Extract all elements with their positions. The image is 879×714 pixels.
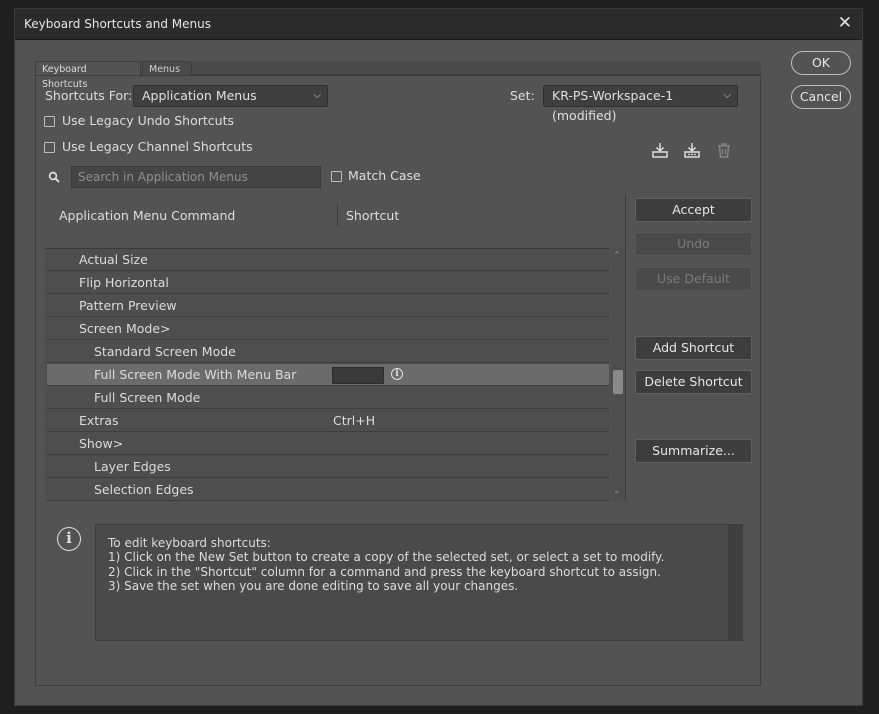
list-right-divider bbox=[625, 195, 626, 501]
match-case-checkbox[interactable] bbox=[331, 171, 342, 182]
ok-button[interactable]: OK bbox=[791, 51, 851, 75]
list-item[interactable]: Actual Size bbox=[47, 249, 609, 271]
list-item[interactable]: Selection Edges bbox=[47, 479, 609, 501]
summarize-button[interactable]: Summarize... bbox=[635, 439, 752, 463]
legacy-channel-checkbox[interactable] bbox=[44, 142, 55, 153]
trash-icon bbox=[718, 143, 730, 158]
save-set-as-icon[interactable] bbox=[683, 141, 703, 159]
list-item[interactable]: Screen Mode> bbox=[47, 318, 609, 340]
search-input[interactable]: Search in Application Menus bbox=[71, 166, 321, 188]
command-name: Full Screen Mode With Menu Bar bbox=[94, 367, 297, 382]
save-set-icon[interactable] bbox=[651, 141, 669, 159]
search-placeholder: Search in Application Menus bbox=[78, 170, 248, 184]
set-label: Set: bbox=[510, 88, 535, 103]
command-name: Flip Horizontal bbox=[79, 275, 169, 290]
command-name: Show> bbox=[79, 436, 124, 451]
keyboard-shortcuts-dialog: Keyboard Shortcuts and Menus ✕ Keyboard … bbox=[14, 8, 863, 706]
command-name: Actual Size bbox=[79, 252, 148, 267]
shortcut-input[interactable] bbox=[332, 367, 384, 384]
shortcuts-for-value: Application Menus bbox=[142, 88, 257, 103]
help-text-box: To edit keyboard shortcuts: 1) Click on … bbox=[95, 524, 743, 641]
legacy-channel-label: Use Legacy Channel Shortcuts bbox=[62, 139, 253, 154]
command-name: Standard Screen Mode bbox=[94, 344, 236, 359]
scroll-down-icon[interactable]: ⌄ bbox=[613, 486, 621, 496]
tab-menus[interactable]: Menus bbox=[142, 61, 192, 76]
list-item[interactable]: Extras Ctrl+H bbox=[47, 410, 609, 432]
scroll-up-icon[interactable]: ⌃ bbox=[613, 251, 621, 261]
cancel-button[interactable]: Cancel bbox=[791, 85, 851, 109]
help-line: 2) Click in the "Shortcut" column for a … bbox=[108, 564, 661, 579]
command-name: Layer Edges bbox=[94, 459, 171, 474]
title-bar: Keyboard Shortcuts and Menus ✕ bbox=[15, 9, 862, 40]
command-name: Screen Mode> bbox=[79, 321, 171, 336]
shortcuts-for-label: Shortcuts For: bbox=[45, 88, 133, 103]
list-item[interactable]: Pattern Preview bbox=[47, 295, 609, 317]
list-item[interactable]: Flip Horizontal bbox=[47, 272, 609, 294]
command-list: Actual Size Flip Horizontal Pattern Prev… bbox=[45, 248, 610, 502]
match-case-label: Match Case bbox=[348, 168, 421, 183]
delete-shortcut-button[interactable]: Delete Shortcut bbox=[635, 370, 752, 394]
list-item[interactable]: Full Screen Mode bbox=[47, 387, 609, 409]
shortcut-value: Ctrl+H bbox=[333, 413, 376, 428]
help-line: To edit keyboard shortcuts: bbox=[108, 536, 271, 550]
info-icon[interactable]: i bbox=[391, 368, 403, 380]
list-item-selected[interactable]: Full Screen Mode With Menu Bar i bbox=[47, 364, 609, 386]
command-name: Selection Edges bbox=[94, 482, 194, 497]
list-item[interactable]: Show> bbox=[47, 433, 609, 455]
command-name: Full Screen Mode bbox=[94, 390, 201, 405]
info-icon: i bbox=[57, 527, 81, 551]
search-icon bbox=[48, 171, 60, 183]
help-scrollbar[interactable] bbox=[728, 525, 742, 640]
shortcuts-for-select[interactable]: Application Menus ⌵ bbox=[133, 85, 328, 107]
help-line: 3) Save the set when you are done editin… bbox=[108, 578, 519, 593]
command-name: Pattern Preview bbox=[79, 298, 177, 313]
command-column-header[interactable]: Application Menu Command bbox=[59, 208, 235, 223]
help-line: 1) Click on the New Set button to create… bbox=[108, 550, 665, 565]
command-name: Extras bbox=[79, 413, 119, 428]
legacy-undo-checkbox[interactable] bbox=[44, 116, 55, 127]
set-select[interactable]: KR-PS-Workspace-1 (modified) ⌵ bbox=[543, 85, 738, 123]
list-item[interactable]: Layer Edges bbox=[47, 456, 609, 478]
shortcut-column-header[interactable]: Shortcut bbox=[346, 208, 399, 223]
window-title: Keyboard Shortcuts and Menus bbox=[24, 17, 211, 31]
list-scrollbar[interactable]: ⌃ ⌄ bbox=[611, 248, 625, 501]
accept-button[interactable]: Accept bbox=[635, 198, 752, 222]
list-item[interactable]: Standard Screen Mode bbox=[47, 341, 609, 363]
chevron-down-icon: ⌵ bbox=[723, 90, 731, 101]
add-shortcut-button[interactable]: Add Shortcut bbox=[635, 336, 752, 360]
use-default-button[interactable]: Use Default bbox=[635, 267, 752, 291]
legacy-undo-label: Use Legacy Undo Shortcuts bbox=[62, 113, 234, 128]
close-icon[interactable]: ✕ bbox=[838, 13, 852, 33]
undo-button[interactable]: Undo bbox=[635, 232, 752, 256]
column-divider bbox=[337, 204, 338, 226]
scroll-thumb[interactable] bbox=[613, 370, 623, 394]
chevron-down-icon: ⌵ bbox=[313, 90, 321, 101]
